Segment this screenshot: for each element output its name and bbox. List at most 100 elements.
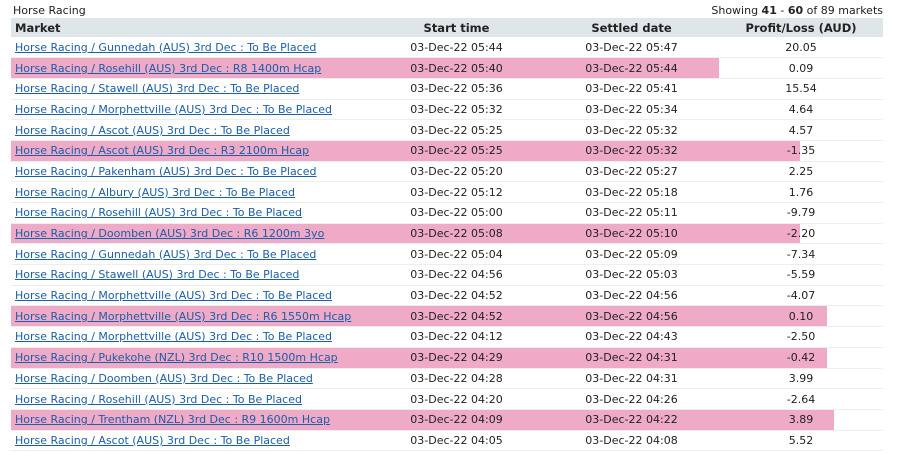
cell-market: Horse Racing / Morphettville (AUS) 3rd D… — [11, 99, 369, 121]
table-row: Horse Racing / Ascot (AUS) 3rd Dec : To … — [11, 119, 883, 141]
table-row: Horse Racing / Pakenham (AUS) 3rd Dec : … — [11, 161, 883, 183]
column-header-start-time[interactable]: Start time — [369, 18, 544, 37]
cell-settled-date: 03-Dec-22 05:47 — [544, 37, 719, 59]
cell-start-time: 03-Dec-22 04:52 — [369, 305, 544, 328]
cell-market: Horse Racing / Gunnedah (AUS) 3rd Dec : … — [11, 243, 369, 266]
cell-market: Horse Racing / Morphettville (AUS) 3rd D… — [11, 285, 369, 307]
table-body: Horse Racing / Gunnedah (AUS) 3rd Dec : … — [11, 37, 883, 452]
cell-market: Horse Racing / Rosehill (AUS) 3rd Dec : … — [11, 57, 369, 79]
table-row: Horse Racing / Ascot (AUS) 3rd Dec : R3 … — [11, 140, 883, 162]
table-row: Horse Racing / Morphettville (AUS) 3rd D… — [11, 326, 883, 348]
cell-start-time: 03-Dec-22 04:56 — [369, 264, 544, 286]
table-row: Horse Racing / Morphettville (AUS) 3rd D… — [11, 305, 883, 328]
cell-profit-loss: 4.57 — [719, 119, 883, 141]
cell-start-time: 03-Dec-22 04:52 — [369, 285, 544, 307]
cell-settled-date: 03-Dec-22 04:43 — [544, 326, 719, 348]
market-link[interactable]: Horse Racing / Stawell (AUS) 3rd Dec : T… — [15, 82, 299, 95]
cell-profit-loss: 5.52 — [719, 430, 883, 452]
markets-table: Market Start time Settled date Profit/Lo… — [11, 18, 883, 452]
cell-market: Horse Racing / Ascot (AUS) 3rd Dec : R3 … — [11, 140, 369, 162]
cell-start-time: 03-Dec-22 05:00 — [369, 202, 544, 224]
market-link[interactable]: Horse Racing / Rosehill (AUS) 3rd Dec : … — [15, 206, 302, 219]
market-link[interactable]: Horse Racing / Doomben (AUS) 3rd Dec : R… — [15, 227, 324, 240]
cell-profit-loss: -2.64 — [719, 388, 883, 410]
market-link[interactable]: Horse Racing / Ascot (AUS) 3rd Dec : R3 … — [15, 144, 309, 157]
cell-settled-date: 03-Dec-22 04:56 — [544, 305, 719, 328]
cell-market: Horse Racing / Gunnedah (AUS) 3rd Dec : … — [11, 37, 369, 59]
cell-market: Horse Racing / Stawell (AUS) 3rd Dec : T… — [11, 78, 369, 100]
cell-market: Horse Racing / Doomben (AUS) 3rd Dec : R… — [11, 223, 369, 245]
market-link[interactable]: Horse Racing / Ascot (AUS) 3rd Dec : To … — [15, 124, 290, 137]
table-row: Horse Racing / Doomben (AUS) 3rd Dec : T… — [11, 368, 883, 390]
market-link[interactable]: Horse Racing / Trentham (NZL) 3rd Dec : … — [15, 413, 330, 426]
range-separator: - — [776, 4, 788, 17]
cell-start-time: 03-Dec-22 04:20 — [369, 388, 544, 410]
cell-profit-loss: -9.79 — [719, 202, 883, 224]
market-link[interactable]: Horse Racing / Pakenham (AUS) 3rd Dec : … — [15, 165, 317, 178]
cell-market: Horse Racing / Pukekohe (NZL) 3rd Dec : … — [11, 347, 369, 369]
results-header: Horse Racing Showing 41 - 60 of 89 marke… — [11, 3, 883, 17]
table-row: Horse Racing / Stawell (AUS) 3rd Dec : T… — [11, 78, 883, 100]
total-markets: of 89 markets — [803, 4, 883, 17]
table-row: Horse Racing / Gunnedah (AUS) 3rd Dec : … — [11, 243, 883, 266]
cell-market: Horse Racing / Morphettville (AUS) 3rd D… — [11, 305, 369, 328]
cell-market: Horse Racing / Ascot (AUS) 3rd Dec : To … — [11, 430, 369, 452]
cell-settled-date: 03-Dec-22 04:31 — [544, 368, 719, 390]
cell-start-time: 03-Dec-22 05:25 — [369, 119, 544, 141]
cell-settled-date: 03-Dec-22 05:32 — [544, 119, 719, 141]
market-link[interactable]: Horse Racing / Rosehill (AUS) 3rd Dec : … — [15, 393, 302, 406]
cell-settled-date: 03-Dec-22 05:10 — [544, 223, 719, 245]
cell-start-time: 03-Dec-22 05:32 — [369, 99, 544, 121]
cell-market: Horse Racing / Albury (AUS) 3rd Dec : To… — [11, 181, 369, 203]
cell-profit-loss: 3.89 — [719, 409, 883, 431]
market-link[interactable]: Horse Racing / Stawell (AUS) 3rd Dec : T… — [15, 268, 299, 281]
column-header-profit-loss[interactable]: Profit/Loss (AUD) — [719, 18, 883, 37]
cell-start-time: 03-Dec-22 04:05 — [369, 430, 544, 452]
cell-start-time: 03-Dec-22 04:29 — [369, 347, 544, 369]
market-link[interactable]: Horse Racing / Gunnedah (AUS) 3rd Dec : … — [15, 41, 316, 54]
cell-start-time: 03-Dec-22 04:09 — [369, 409, 544, 431]
table-row: Horse Racing / Stawell (AUS) 3rd Dec : T… — [11, 264, 883, 286]
market-link[interactable]: Horse Racing / Morphettville (AUS) 3rd D… — [15, 289, 332, 302]
section-title: Horse Racing — [13, 4, 86, 17]
cell-profit-loss: -7.34 — [719, 243, 883, 266]
table-header-row: Market Start time Settled date Profit/Lo… — [11, 18, 883, 37]
market-link[interactable]: Horse Racing / Morphettville (AUS) 3rd D… — [15, 103, 332, 116]
cell-start-time: 03-Dec-22 05:12 — [369, 181, 544, 203]
market-link[interactable]: Horse Racing / Pukekohe (NZL) 3rd Dec : … — [15, 351, 338, 364]
market-link[interactable]: Horse Racing / Gunnedah (AUS) 3rd Dec : … — [15, 248, 316, 261]
cell-start-time: 03-Dec-22 05:36 — [369, 78, 544, 100]
range-end: 60 — [787, 4, 804, 17]
market-link[interactable]: Horse Racing / Rosehill (AUS) 3rd Dec : … — [15, 62, 321, 75]
cell-profit-loss: -2.20 — [719, 223, 883, 245]
cell-settled-date: 03-Dec-22 04:56 — [544, 285, 719, 307]
cell-start-time: 03-Dec-22 05:04 — [369, 243, 544, 266]
cell-market: Horse Racing / Pakenham (AUS) 3rd Dec : … — [11, 161, 369, 183]
column-header-market[interactable]: Market — [11, 18, 369, 37]
cell-settled-date: 03-Dec-22 05:27 — [544, 161, 719, 183]
cell-settled-date: 03-Dec-22 05:18 — [544, 181, 719, 203]
column-header-settled-date[interactable]: Settled date — [544, 18, 719, 37]
cell-market: Horse Racing / Rosehill (AUS) 3rd Dec : … — [11, 202, 369, 224]
table-row: Horse Racing / Morphettville (AUS) 3rd D… — [11, 285, 883, 307]
cell-settled-date: 03-Dec-22 05:44 — [544, 57, 719, 79]
cell-market: Horse Racing / Doomben (AUS) 3rd Dec : T… — [11, 368, 369, 390]
cell-start-time: 03-Dec-22 05:44 — [369, 37, 544, 59]
table-row: Horse Racing / Pukekohe (NZL) 3rd Dec : … — [11, 347, 883, 369]
cell-start-time: 03-Dec-22 05:08 — [369, 223, 544, 245]
cell-settled-date: 03-Dec-22 05:41 — [544, 78, 719, 100]
cell-market: Horse Racing / Rosehill (AUS) 3rd Dec : … — [11, 388, 369, 410]
cell-profit-loss: 2.25 — [719, 161, 883, 183]
pagination-summary: Showing 41 - 60 of 89 markets — [711, 4, 883, 17]
market-link[interactable]: Horse Racing / Morphettville (AUS) 3rd D… — [15, 310, 351, 323]
cell-settled-date: 03-Dec-22 05:34 — [544, 99, 719, 121]
market-link[interactable]: Horse Racing / Ascot (AUS) 3rd Dec : To … — [15, 434, 290, 447]
market-link[interactable]: Horse Racing / Doomben (AUS) 3rd Dec : T… — [15, 372, 313, 385]
cell-settled-date: 03-Dec-22 04:26 — [544, 388, 719, 410]
cell-settled-date: 03-Dec-22 04:08 — [544, 430, 719, 452]
cell-start-time: 03-Dec-22 05:40 — [369, 57, 544, 79]
cell-profit-loss: 0.10 — [719, 305, 883, 328]
market-link[interactable]: Horse Racing / Albury (AUS) 3rd Dec : To… — [15, 186, 295, 199]
table-row: Horse Racing / Morphettville (AUS) 3rd D… — [11, 99, 883, 121]
market-link[interactable]: Horse Racing / Morphettville (AUS) 3rd D… — [15, 330, 332, 343]
